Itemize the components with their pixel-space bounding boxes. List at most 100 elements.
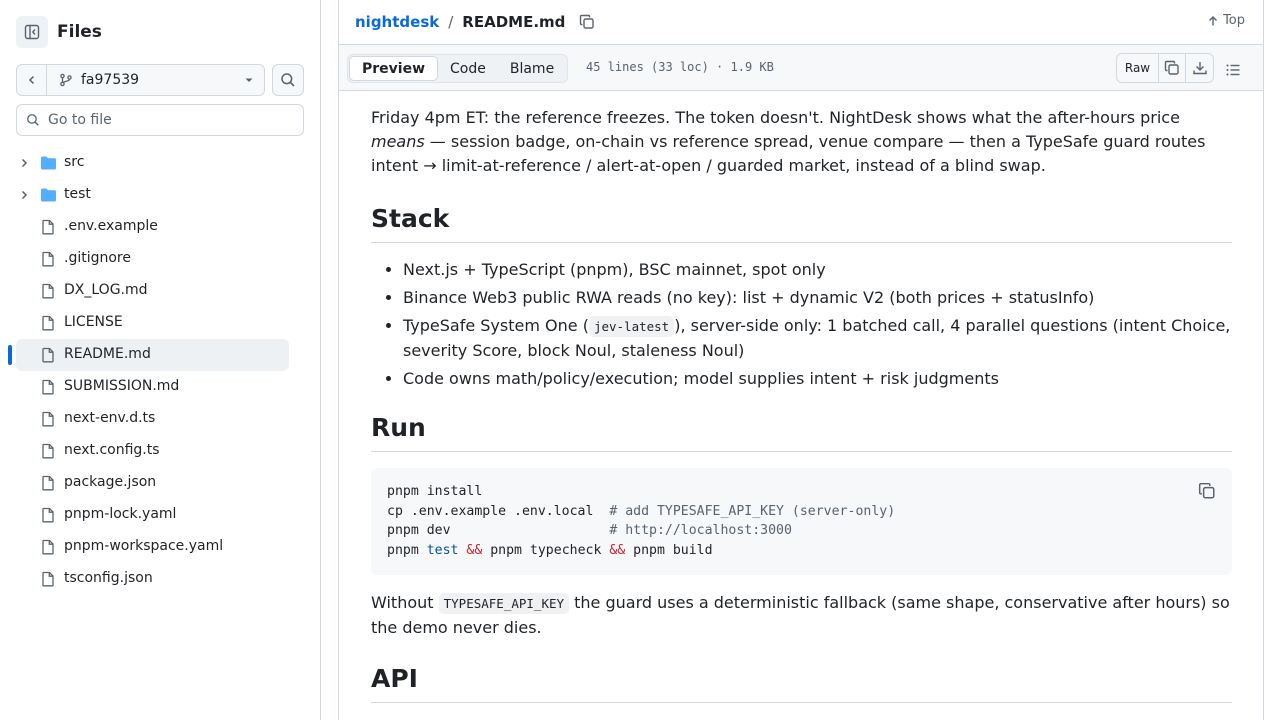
branch-row: fa97539 xyxy=(16,64,304,96)
heading-run: Run xyxy=(371,413,1232,452)
tree-file[interactable]: README.md xyxy=(0,339,320,371)
file-icon xyxy=(42,347,54,363)
tree-file[interactable]: .gitignore xyxy=(0,243,320,275)
go-to-file-input[interactable] xyxy=(48,112,288,128)
git-commit-branch-icon xyxy=(60,73,72,87)
tree-file[interactable]: .env.example xyxy=(0,211,320,243)
file-icon-wrap xyxy=(40,315,56,335)
tab-preview[interactable]: Preview xyxy=(349,56,439,81)
tree-item-label: .env.example xyxy=(64,218,158,234)
top-label: Top xyxy=(1223,13,1245,28)
copy-raw-button[interactable] xyxy=(1159,54,1186,82)
intro-text-b: — session badge, on-chain vs reference s… xyxy=(371,132,1206,175)
tree-file[interactable]: pnpm-workspace.yaml xyxy=(0,531,320,563)
copy-icon xyxy=(580,14,595,29)
tree-file[interactable]: next-env.d.ts xyxy=(0,403,320,435)
copy-path-button[interactable] xyxy=(579,14,595,30)
tree-folder[interactable]: test xyxy=(0,179,320,211)
folder-icon-wrap xyxy=(40,155,57,175)
stack-list: Next.js + TypeScript (pnpm), BSC mainnet… xyxy=(371,258,1232,391)
sidebar-title: Files xyxy=(57,22,102,42)
code-line: pnpm dev xyxy=(387,523,610,539)
list-item: Binance Web3 public RWA reads (no key): … xyxy=(403,286,1232,310)
search-icon xyxy=(281,73,295,87)
file-view: nightdesk / README.md Top Preview Code B… xyxy=(338,0,1264,720)
file-icon-wrap xyxy=(40,443,56,463)
download-icon xyxy=(1192,62,1207,75)
intro-text-a: Friday 4pm ET: the reference freezes. Th… xyxy=(371,108,1180,127)
tree-file[interactable]: DX_LOG.md xyxy=(0,275,320,307)
readme-intro: Friday 4pm ET: the reference freezes. Th… xyxy=(371,106,1232,178)
file-icon xyxy=(42,507,54,523)
outline-button[interactable] xyxy=(1219,58,1247,82)
tree-file[interactable]: pnpm-lock.yaml xyxy=(0,499,320,531)
code-keyword: test xyxy=(426,543,459,559)
tree-item-label: next.config.ts xyxy=(64,442,160,458)
heading-api: API xyxy=(371,664,1232,703)
note-text: Without xyxy=(371,592,439,612)
branch-dropdown-caret[interactable] xyxy=(234,75,264,85)
expand-folder-toggle[interactable] xyxy=(18,157,30,173)
tree-item-label: test xyxy=(64,186,91,202)
branch-name[interactable]: fa97539 xyxy=(47,72,234,88)
heading-stack: Stack xyxy=(371,204,1232,243)
copy-code-button[interactable] xyxy=(1198,482,1216,500)
code-comment: # http://localhost:3000 xyxy=(609,523,792,539)
file-actions-group: Raw xyxy=(1116,53,1214,83)
file-icon xyxy=(42,539,54,555)
file-tree: src test .env.example .gitignore DX_LOG.md LI… xyxy=(0,147,320,595)
back-button[interactable] xyxy=(17,65,47,95)
readme-content: Friday 4pm ET: the reference freezes. Th… xyxy=(371,106,1232,703)
caret-down-icon xyxy=(245,78,253,82)
file-icon-wrap xyxy=(40,283,56,303)
tree-item-label: src xyxy=(64,154,85,170)
code-operator: && xyxy=(601,543,634,559)
tree-item-label: LICENSE xyxy=(64,314,123,330)
tree-item-label: DX_LOG.md xyxy=(64,282,148,298)
file-icon xyxy=(42,219,54,235)
file-icon-wrap xyxy=(40,219,56,239)
file-icon xyxy=(42,251,54,267)
file-icon xyxy=(42,571,54,587)
expand-folder-toggle[interactable] xyxy=(18,189,30,205)
file-icon xyxy=(42,379,54,395)
tab-blame[interactable]: Blame xyxy=(498,56,566,81)
tab-code[interactable]: Code xyxy=(438,56,498,81)
tree-file[interactable]: next.config.ts xyxy=(0,435,320,467)
code-line: pnpm install xyxy=(387,484,483,499)
tree-file[interactable]: package.json xyxy=(0,467,320,499)
file-icon xyxy=(42,443,54,459)
go-to-file-field[interactable] xyxy=(16,104,304,136)
file-info: 45 lines (33 loc) · 1.9 KB xyxy=(586,60,774,74)
code-line: cp .env.example .env.local xyxy=(387,503,610,519)
file-icon-wrap xyxy=(40,507,56,527)
tree-item-label: pnpm-workspace.yaml xyxy=(64,538,224,554)
list-item: Next.js + TypeScript (pnpm), BSC mainnet… xyxy=(403,258,1232,282)
folder-icon xyxy=(41,188,56,202)
tree-folder[interactable]: src xyxy=(0,147,320,179)
inline-code: jev-latest xyxy=(588,316,675,337)
collapse-sidebar-button[interactable] xyxy=(16,16,48,48)
code-operator: && xyxy=(458,543,491,559)
download-button[interactable] xyxy=(1186,54,1213,82)
intro-emphasis: means xyxy=(371,132,425,151)
back-to-top-link[interactable]: Top xyxy=(1207,13,1245,28)
file-icon-wrap xyxy=(40,571,56,591)
breadcrumb-repo-link[interactable]: nightdesk xyxy=(355,13,439,31)
tree-file[interactable]: tsconfig.json xyxy=(0,563,320,595)
file-icon-wrap xyxy=(40,379,56,399)
tree-file[interactable]: SUBMISSION.md xyxy=(0,371,320,403)
file-icon xyxy=(42,283,54,299)
branch-selector[interactable]: fa97539 xyxy=(16,64,265,96)
folder-icon-wrap xyxy=(40,187,57,207)
file-icon-wrap xyxy=(40,475,56,495)
tree-item-label: package.json xyxy=(64,474,157,490)
code-line: pnpm build xyxy=(633,543,713,559)
fallback-note: Without TYPESAFE_API_KEY the guard uses … xyxy=(371,591,1232,640)
tree-file[interactable]: LICENSE xyxy=(0,307,320,339)
raw-button[interactable]: Raw xyxy=(1117,54,1159,82)
search-files-button[interactable] xyxy=(272,64,304,96)
code-comment: # add TYPESAFE_API_KEY (server-only) xyxy=(609,503,896,519)
search-icon xyxy=(27,114,39,126)
folder-icon xyxy=(41,156,56,170)
